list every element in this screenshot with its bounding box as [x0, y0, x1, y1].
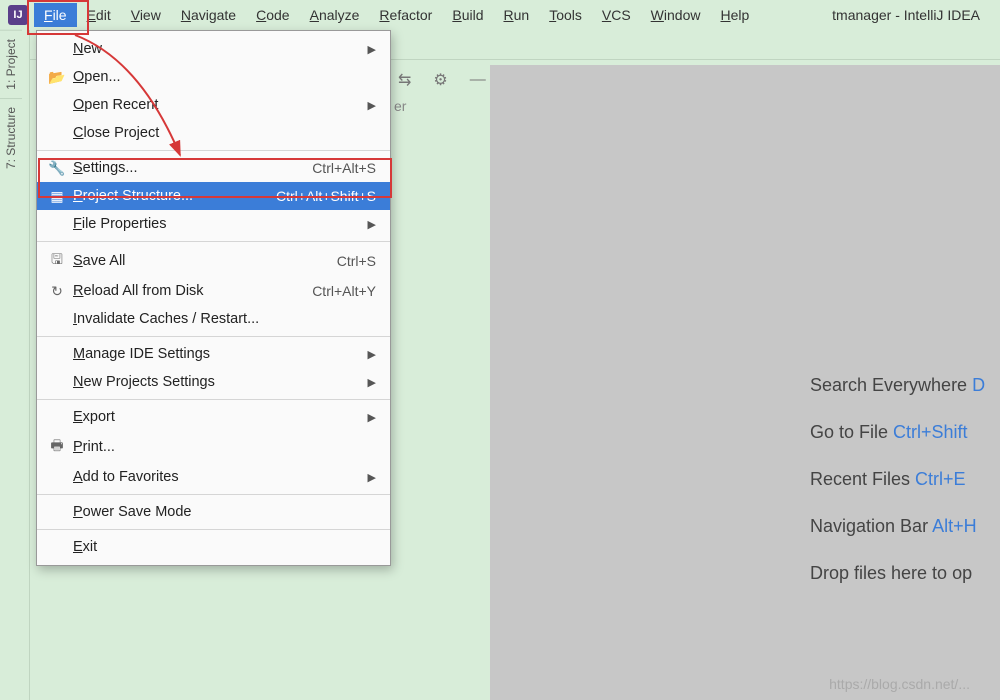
menu-build[interactable]: Build: [442, 3, 493, 27]
submenu-arrow-icon: ▶: [368, 43, 376, 56]
menu-run[interactable]: Run: [493, 3, 539, 27]
menu-item-save-all[interactable]: 🖫 Save AllCtrl+S: [37, 245, 390, 277]
item-label: Close Project: [73, 125, 376, 141]
file-menu-dropdown: New▶📂Open...Open Recent▶Close Project🔧Se…: [36, 30, 391, 566]
menu-item-new-projects-settings[interactable]: New Projects Settings▶: [37, 368, 390, 396]
item-icon: ▦: [47, 188, 67, 205]
item-label: New Projects Settings: [73, 374, 368, 390]
menu-code[interactable]: Code: [246, 3, 299, 27]
item-label: Add to Favorites: [73, 469, 368, 485]
menu-file[interactable]: File: [34, 3, 77, 27]
menu-item-invalidate-caches-restart[interactable]: Invalidate Caches / Restart...: [37, 305, 390, 333]
menu-item-new[interactable]: New▶: [37, 35, 390, 63]
editor-empty-pane: Search Everywhere D Go to File Ctrl+Shift…: [490, 65, 1000, 700]
item-icon: 🖫: [47, 249, 67, 273]
menu-navigate[interactable]: Navigate: [171, 3, 246, 27]
menu-item-open-recent[interactable]: Open Recent▶: [37, 91, 390, 119]
menu-item-add-to-favorites[interactable]: Add to Favorites▶: [37, 463, 390, 491]
menu-edit[interactable]: Edit: [77, 3, 121, 27]
menu-window[interactable]: Window: [641, 3, 711, 27]
item-label: Exit: [73, 539, 376, 555]
menu-item-file-properties[interactable]: File Properties▶: [37, 210, 390, 238]
item-label: New: [73, 41, 368, 57]
menu-item-exit[interactable]: Exit: [37, 533, 390, 561]
item-label: Open...: [73, 69, 376, 85]
minimize-icon[interactable]: —: [464, 69, 492, 91]
submenu-arrow-icon: ▶: [368, 218, 376, 231]
hint-line: Search Everywhere D: [810, 375, 1000, 396]
hint-line: Drop files here to op: [810, 563, 1000, 584]
item-shortcut: Ctrl+Alt+S: [312, 160, 376, 176]
submenu-arrow-icon: ▶: [368, 348, 376, 361]
hint-line: Go to File Ctrl+Shift: [810, 422, 1000, 443]
mini-toolbar: ⇆ ⚙ —: [392, 65, 492, 95]
menu-item-export[interactable]: Export▶: [37, 403, 390, 431]
menu-item-project-structure[interactable]: ▦ Project Structure...Ctrl+Alt+Shift+S: [37, 182, 390, 210]
gear-icon[interactable]: ⚙: [427, 68, 453, 92]
menu-view[interactable]: View: [121, 3, 171, 27]
item-label: Settings...: [73, 160, 312, 176]
item-icon: 📂: [47, 69, 67, 86]
menu-item-reload-all-from-disk[interactable]: ↻ Reload All from DiskCtrl+Alt+Y: [37, 277, 390, 305]
menu-item-manage-ide-settings[interactable]: Manage IDE Settings▶: [37, 340, 390, 368]
item-icon: ↻: [47, 283, 67, 300]
window-title: tmanager - IntelliJ IDEA: [832, 7, 980, 23]
hint-line: Navigation Bar Alt+H: [810, 516, 1000, 537]
item-label: Print...: [73, 439, 376, 455]
item-icon: 🖶: [47, 435, 67, 459]
hint-line: Recent Files Ctrl+E: [810, 469, 1000, 490]
menu-item-open[interactable]: 📂 Open...: [37, 63, 390, 91]
menu-item-power-save-mode[interactable]: Power Save Mode: [37, 498, 390, 526]
menu-help[interactable]: Help: [710, 3, 759, 27]
menubar: IJ FileEditViewNavigateCodeAnalyzeRefact…: [0, 0, 1000, 30]
item-label: Open Recent: [73, 97, 368, 113]
submenu-arrow-icon: ▶: [368, 411, 376, 424]
watermark: https://blog.csdn.net/...: [829, 676, 970, 692]
submenu-arrow-icon: ▶: [368, 471, 376, 484]
submenu-arrow-icon: ▶: [368, 99, 376, 112]
tab-project[interactable]: 1: Project: [0, 30, 22, 98]
tab-structure[interactable]: 7: Structure: [0, 98, 22, 177]
item-shortcut: Ctrl+Alt+Shift+S: [276, 188, 376, 204]
item-label: Invalidate Caches / Restart...: [73, 311, 376, 327]
item-label: Manage IDE Settings: [73, 346, 368, 362]
item-label: Power Save Mode: [73, 504, 376, 520]
menu-vcs[interactable]: VCS: [592, 3, 641, 27]
app-icon: IJ: [8, 5, 28, 25]
item-shortcut: Ctrl+S: [337, 253, 376, 269]
partial-label: er: [394, 98, 406, 114]
item-label: Export: [73, 409, 368, 425]
submenu-arrow-icon: ▶: [368, 376, 376, 389]
item-icon: 🔧: [47, 160, 67, 177]
item-label: File Properties: [73, 216, 368, 232]
item-shortcut: Ctrl+Alt+Y: [312, 283, 376, 299]
item-label: Save All: [73, 253, 337, 269]
menu-item-print[interactable]: 🖶 Print...: [37, 431, 390, 463]
left-gutter: 1: Project 7: Structure: [0, 30, 30, 700]
item-label: Project Structure...: [73, 188, 276, 204]
menu-tools[interactable]: Tools: [539, 3, 592, 27]
menu-refactor[interactable]: Refactor: [369, 3, 442, 27]
pin-icon[interactable]: ⇆: [392, 68, 417, 92]
menu-item-settings[interactable]: 🔧 Settings...Ctrl+Alt+S: [37, 154, 390, 182]
item-label: Reload All from Disk: [73, 283, 312, 299]
menu-item-close-project[interactable]: Close Project: [37, 119, 390, 147]
menu-analyze[interactable]: Analyze: [300, 3, 370, 27]
